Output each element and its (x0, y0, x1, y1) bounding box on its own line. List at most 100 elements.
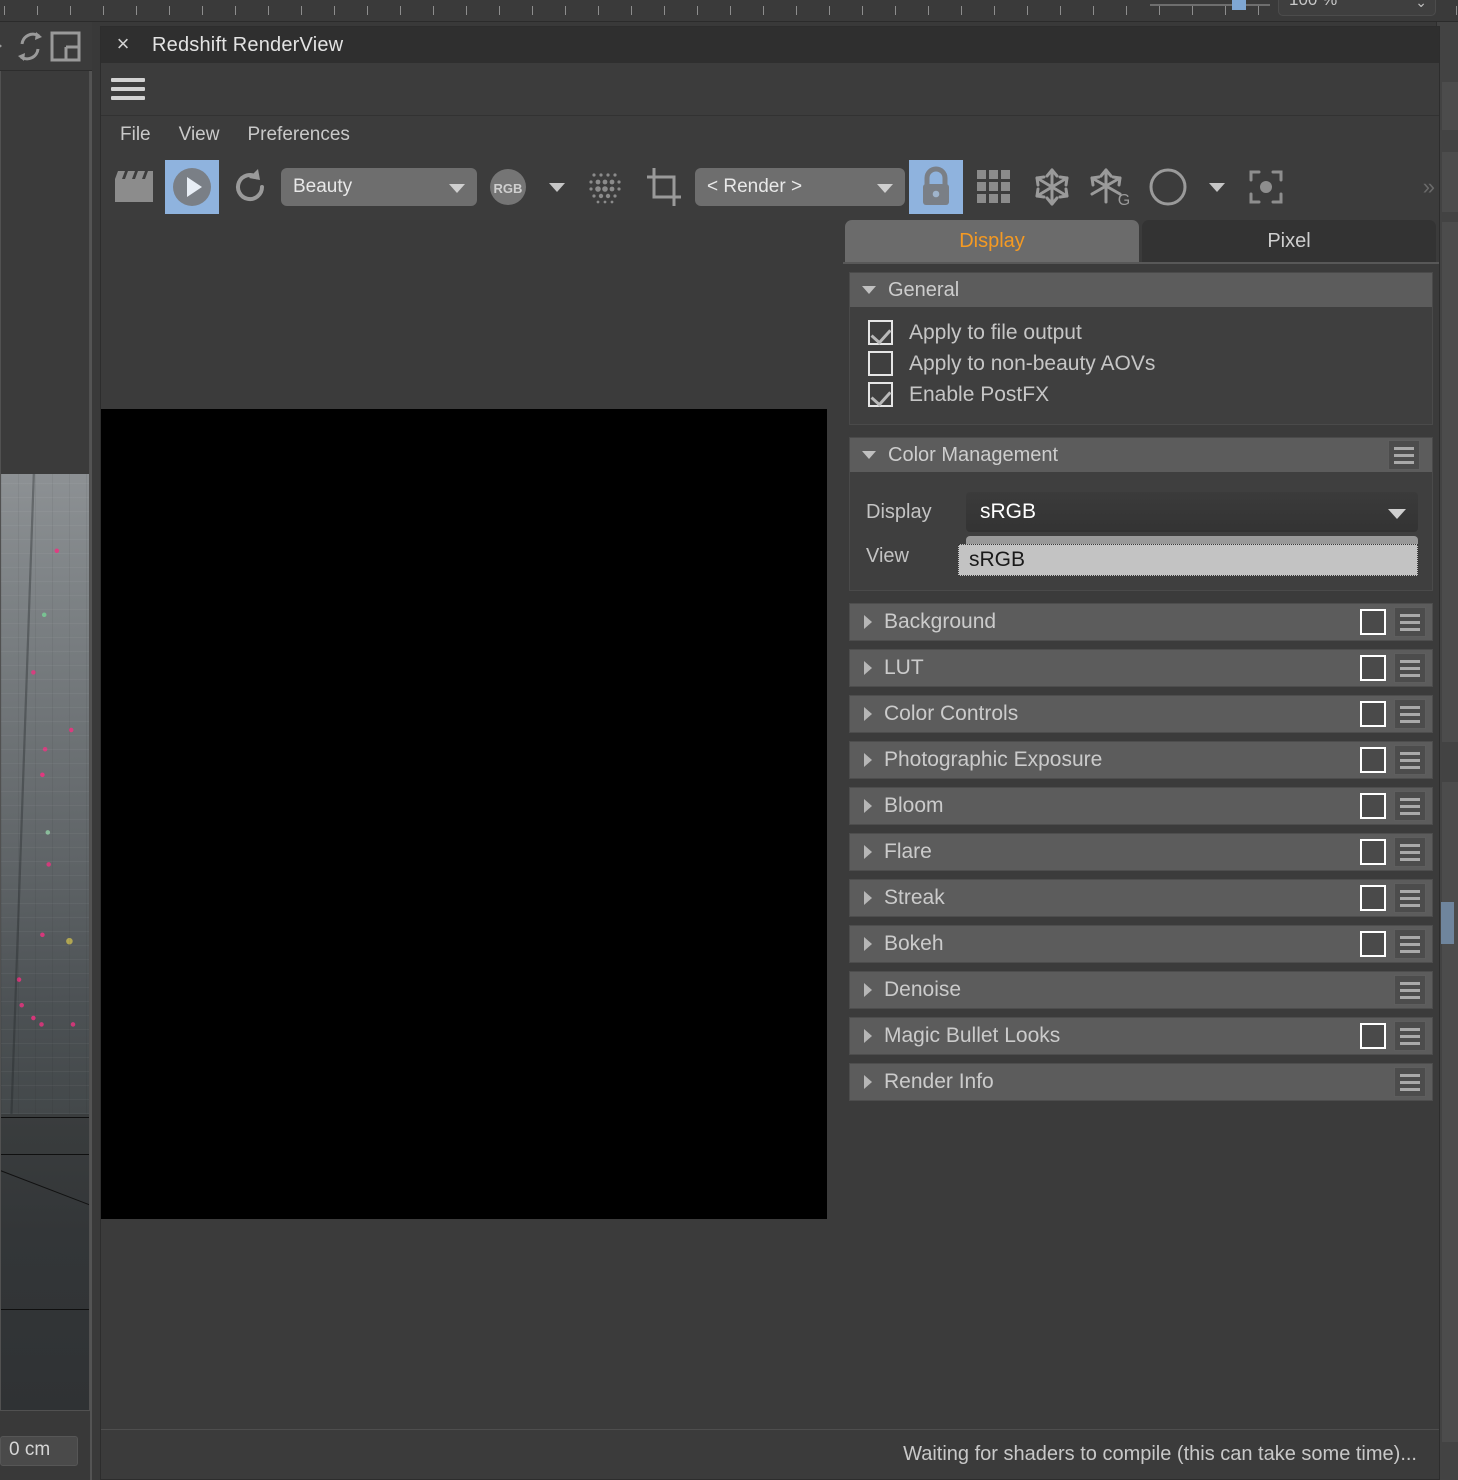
display-colorspace-combo[interactable]: sRGB (966, 492, 1418, 532)
hamburger-menu-icon[interactable] (1394, 1021, 1426, 1051)
aov-combo[interactable]: Beauty (281, 168, 477, 206)
checkbox-streak[interactable] (1360, 885, 1386, 911)
hamburger-menu-icon[interactable] (1394, 791, 1426, 821)
ruler-tick (598, 6, 599, 15)
menu-file[interactable]: File (111, 122, 160, 148)
circle-dropdown-chevron-down-icon[interactable] (1209, 182, 1225, 192)
checkbox-bloom[interactable] (1360, 793, 1386, 819)
crop-region-icon[interactable] (637, 160, 691, 214)
section-row-render-info[interactable]: Render Info (849, 1063, 1433, 1101)
checkbox-color-controls[interactable] (1360, 701, 1386, 727)
render-image-pane[interactable] (101, 220, 843, 1429)
display-colorspace-dropdown-option-srgb[interactable]: sRGB (958, 544, 1418, 576)
hamburger-line (111, 96, 145, 100)
triangle-right-icon[interactable] (864, 615, 872, 629)
refresh-icon[interactable] (223, 160, 277, 214)
hamburger-menu-icon[interactable] (1394, 929, 1426, 959)
play-render-icon[interactable] (165, 160, 219, 214)
hamburger-line (1400, 1034, 1420, 1038)
hamburger-menu-icon[interactable] (1394, 653, 1426, 683)
grid-3x3-icon[interactable] (967, 160, 1021, 214)
hamburger-menu-icon[interactable] (1394, 883, 1426, 913)
tab-display[interactable]: Display (845, 220, 1139, 262)
checkbox-magic-bullet-looks[interactable] (1360, 1023, 1386, 1049)
triangle-right-icon[interactable] (864, 707, 872, 721)
group-general-header[interactable]: General (850, 273, 1432, 307)
checkbox-photographic-exposure[interactable] (1360, 747, 1386, 773)
slider-knob[interactable] (1232, 0, 1246, 10)
tab-pixel[interactable]: Pixel (1142, 220, 1436, 262)
hamburger-line (1400, 850, 1420, 854)
rgb-dropdown-chevron-down-icon[interactable] (549, 182, 565, 192)
checkbox-flare[interactable] (1360, 839, 1386, 865)
snowflake-g-icon[interactable]: G (1083, 160, 1137, 214)
lock-icon[interactable] (909, 160, 963, 214)
hamburger-menu-icon[interactable] (111, 76, 145, 102)
pixel-grid-icon[interactable] (579, 160, 633, 214)
close-icon[interactable]: × (109, 31, 137, 59)
triangle-right-icon[interactable] (864, 983, 872, 997)
hamburger-menu-icon[interactable] (1394, 699, 1426, 729)
hamburger-menu-icon[interactable] (1394, 745, 1426, 775)
row-enable-postfx[interactable]: Enable PostFX (850, 379, 1432, 410)
ruler-tick (664, 6, 665, 15)
checkbox-apply-to-file-output[interactable] (868, 320, 893, 345)
ruler-tick (796, 6, 797, 15)
section-row-magic-bullet-looks[interactable]: Magic Bullet Looks (849, 1017, 1433, 1055)
snowflake-icon[interactable] (1025, 160, 1079, 214)
ruler-tick (466, 6, 467, 15)
scrollbar-thumb[interactable] (1441, 902, 1454, 944)
clapperboard-icon[interactable] (107, 160, 161, 214)
hamburger-line (1400, 765, 1420, 769)
section-row-flare[interactable]: Flare (849, 833, 1433, 871)
hamburger-menu-icon[interactable] (1388, 440, 1420, 470)
checkbox-lut[interactable] (1360, 655, 1386, 681)
group-color-management-header[interactable]: Color Management (850, 438, 1432, 472)
triangle-right-icon[interactable] (864, 845, 872, 859)
toolbar-overflow-icon[interactable]: » (1423, 174, 1435, 200)
hamburger-line (1400, 1087, 1420, 1091)
focus-target-icon[interactable] (1239, 160, 1293, 214)
hamburger-menu-icon[interactable] (1394, 975, 1426, 1005)
triangle-right-icon[interactable] (864, 891, 872, 905)
checkbox-bokeh[interactable] (1360, 931, 1386, 957)
triangle-right-icon[interactable] (864, 937, 872, 951)
hamburger-menu-icon[interactable] (1394, 1067, 1426, 1097)
host-zoom-slider[interactable] (1150, 0, 1270, 10)
hamburger-menu-icon[interactable] (1394, 607, 1426, 637)
section-row-denoise[interactable]: Denoise (849, 971, 1433, 1009)
render-image-canvas[interactable] (101, 409, 827, 1219)
triangle-right-icon[interactable] (864, 753, 872, 767)
section-row-lut[interactable]: LUT (849, 649, 1433, 687)
render-combo[interactable]: < Render > (695, 168, 905, 206)
ruler-tick (268, 6, 269, 15)
checkbox-enable-postfx[interactable] (868, 382, 893, 407)
section-row-background[interactable]: Background (849, 603, 1433, 641)
window-title: Redshift RenderView (152, 33, 344, 56)
host-3d-viewport[interactable] (0, 71, 90, 1411)
menu-view[interactable]: View (170, 122, 229, 148)
row-apply-to-non-beauty-aovs[interactable]: Apply to non-beauty AOVs (850, 348, 1432, 379)
menu-preferences[interactable]: Preferences (238, 122, 358, 148)
hamburger-line (1400, 797, 1420, 801)
ruler-tick (1126, 6, 1127, 15)
host-zoom-combo[interactable]: 100 % ⌄ (1278, 0, 1436, 16)
section-row-photographic-exposure[interactable]: Photographic Exposure (849, 741, 1433, 779)
ruler-tick (367, 6, 368, 15)
section-row-bokeh[interactable]: Bokeh (849, 925, 1433, 963)
section-row-color-controls[interactable]: Color Controls (849, 695, 1433, 733)
rgb-channel-icon[interactable]: RGB (481, 160, 535, 214)
section-row-streak[interactable]: Streak (849, 879, 1433, 917)
hamburger-line (1400, 804, 1420, 808)
checkbox-background[interactable] (1360, 609, 1386, 635)
circle-icon[interactable] (1141, 160, 1195, 214)
section-row-bloom[interactable]: Bloom (849, 787, 1433, 825)
checkbox-apply-to-non-beauty-aovs[interactable] (868, 351, 893, 376)
hamburger-menu-icon[interactable] (1394, 837, 1426, 867)
host-left-panel: 0 cm (0, 22, 92, 1480)
row-apply-to-file-output[interactable]: Apply to file output (850, 317, 1432, 348)
triangle-right-icon[interactable] (864, 1075, 872, 1089)
triangle-right-icon[interactable] (864, 1029, 872, 1043)
triangle-right-icon[interactable] (864, 799, 872, 813)
triangle-right-icon[interactable] (864, 661, 872, 675)
